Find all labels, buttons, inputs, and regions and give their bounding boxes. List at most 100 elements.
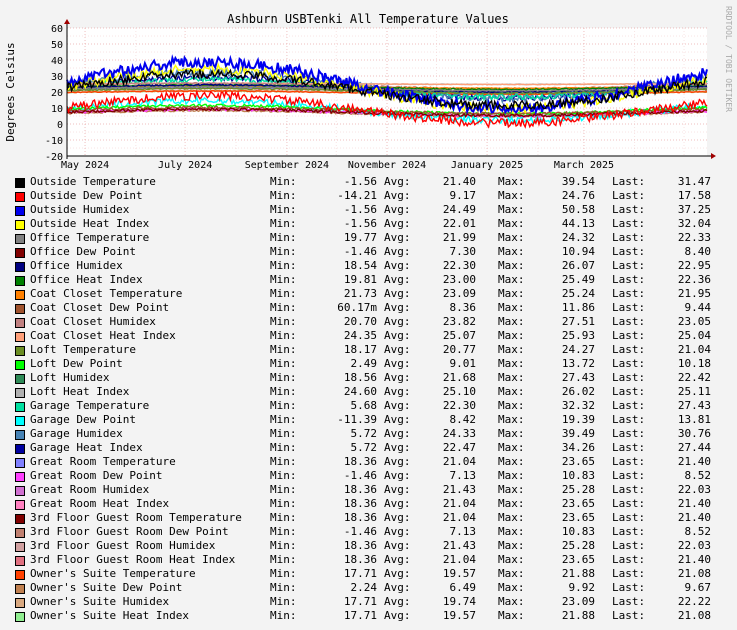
legend-row: Coat Closet Heat Index Min: 24.35 Avg: 25.07… [15,329,730,343]
legend-last-value: 8.52 [684,525,712,538]
legend-max-label: Max: [498,301,525,314]
legend-min-value: 18.36 [343,497,377,510]
legend-last-label: Last: [612,413,646,426]
legend-avg-value: 6.49 [449,581,477,594]
legend-avg-value: 23.82 [442,315,476,328]
legend-series-name: 3rd Floor Guest Room Heat Index [30,553,236,566]
legend-min-value: 21.73 [343,287,377,300]
x-tick-label: March 2025 [554,160,614,171]
legend-min-label: Min: [270,469,297,482]
legend-avg-label: Avg: [384,441,411,454]
y-tick-label: 20 [51,88,63,99]
legend-min-value: -1.56 [343,217,377,230]
legend-max-label: Max: [498,399,525,412]
chart-plot: -20-100102030405060May 2024 July 2024 Sept… [4,6,733,171]
legend-swatch [15,472,25,482]
legend-avg-value: 22.30 [442,259,476,272]
legend-min-label: Min: [270,189,297,202]
legend-avg-label: Avg: [384,539,411,552]
legend-avg-value: 21.04 [442,497,476,510]
watermark: RRDTOOL / TOBI OETIKER [724,6,733,112]
legend-last-value: 13.81 [677,413,711,426]
legend-last-label: Last: [612,301,646,314]
legend-min-label: Min: [270,371,297,384]
legend-max-value: 26.07 [561,259,595,272]
legend-series-name: Garage Dew Point [30,413,136,426]
legend-swatch [15,570,25,580]
legend-series-name: Outside Temperature [30,175,156,188]
legend-row: Loft Heat Index Min: 24.60 Avg: 25.10 Max: 26.… [15,385,730,399]
legend-last-label: Last: [612,455,646,468]
legend-last-label: Last: [612,483,646,496]
legend-avg-value: 22.01 [442,217,476,230]
legend-last-value: 37.25 [677,203,711,216]
legend-last-label: Last: [612,315,646,328]
y-tick-label: 60 [51,24,63,35]
legend-series-name: Outside Heat Index [30,217,150,230]
legend-min-label: Min: [270,217,297,230]
legend-last-label: Last: [612,329,646,342]
legend-avg-label: Avg: [384,497,411,510]
legend-avg-label: Avg: [384,245,411,258]
legend-min-label: Min: [270,609,297,622]
legend-row: 3rd Floor Guest Room Dew Point Min: -1.46 A… [15,525,730,539]
legend-max-value: 44.13 [561,217,595,230]
legend-max-label: Max: [498,595,525,608]
legend-swatch [15,584,25,594]
legend-avg-label: Avg: [384,315,411,328]
legend-last-value: 25.11 [677,385,711,398]
legend-last-value: 22.33 [677,231,711,244]
legend-min-label: Min: [270,553,297,566]
legend-max-label: Max: [498,441,525,454]
legend-max-value: 23.65 [561,553,595,566]
legend-max-value: 24.27 [561,343,595,356]
legend-avg-label: Avg: [384,609,411,622]
legend-swatch [15,304,25,314]
x-tick-label: November 2024 [348,160,426,171]
legend-avg-value: 9.17 [449,189,477,202]
legend-avg-label: Avg: [384,483,411,496]
legend-series-name: Great Room Dew Point [30,469,163,482]
legend-last-label: Last: [612,343,646,356]
legend-last-value: 31.47 [677,175,711,188]
legend-series-name: 3rd Floor Guest Room Humidex [30,539,216,552]
legend-last-label: Last: [612,371,646,384]
legend-min-label: Min: [270,539,297,552]
legend-max-value: 26.02 [561,385,595,398]
legend-min-label: Min: [270,511,297,524]
legend-min-value: -14.21 [337,189,377,202]
legend-min-value: -1.46 [343,525,377,538]
x-tick-label: May 2024 [61,160,109,171]
legend-avg-label: Avg: [384,259,411,272]
legend-series-name: Coat Closet Temperature [30,287,183,300]
legend-max-label: Max: [498,287,525,300]
legend-swatch [15,290,25,300]
y-tick-label: -10 [45,136,63,147]
y-tick-label: 30 [51,72,63,83]
legend-row: Office Humidex Min: 18.54 Avg: 22.30 Max: 26.0… [15,259,730,273]
legend-series-name: Office Heat Index [30,273,143,286]
legend-max-label: Max: [498,175,525,188]
legend-avg-value: 7.13 [449,469,477,482]
legend-avg-value: 19.57 [442,567,476,580]
legend-min-value: -1.46 [343,245,377,258]
chart-canvas: -20 -10 0 10 20 30 40 50 60 May 2024 July 2024 Sept… [0,0,737,630]
legend-last-value: 21.08 [677,567,711,580]
legend-min-value: 60.17m [337,301,377,314]
legend-max-value: 24.32 [561,231,595,244]
legend-row: Garage Humidex Min: 5.72 Avg: 24.33 Max: 39.49… [15,427,730,441]
legend-avg-value: 7.13 [449,525,477,538]
legend-min-value: 18.36 [343,483,377,496]
legend-swatch [15,402,25,412]
legend-series-name: 3rd Floor Guest Room Temperature [30,511,242,524]
legend-min-value: 5.72 [350,441,378,454]
legend-last-label: Last: [612,399,646,412]
legend-avg-label: Avg: [384,301,411,314]
legend-max-label: Max: [498,329,525,342]
legend-max-value: 24.76 [561,189,595,202]
legend-swatch [15,192,25,202]
legend-max-value: 23.65 [561,455,595,468]
legend-series-name: Coat Closet Heat Index [30,329,176,342]
legend-max-label: Max: [498,511,525,524]
legend-min-label: Min: [270,497,297,510]
